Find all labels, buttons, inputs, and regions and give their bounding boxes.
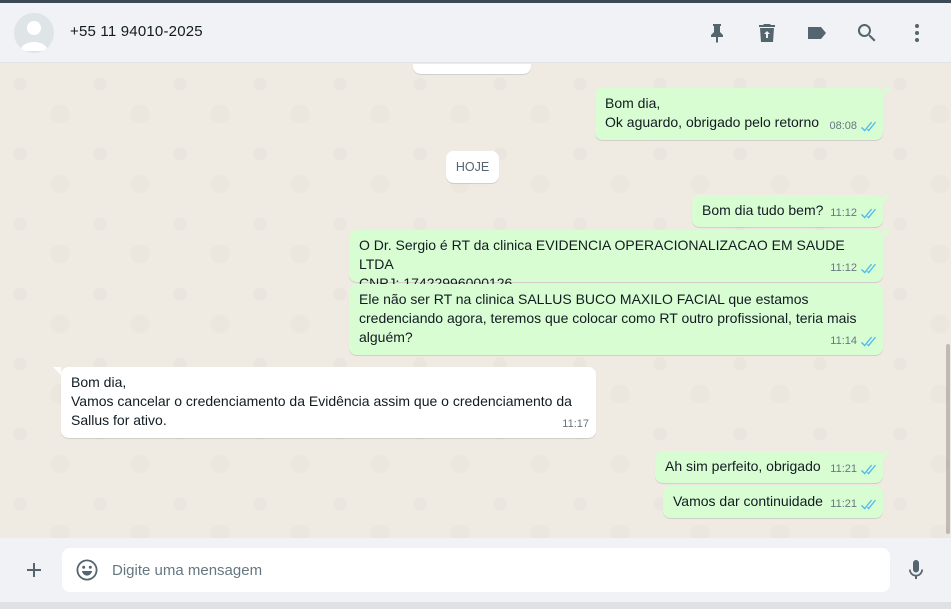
message-bubble-outgoing[interactable]: Vamos dar continuidade 11:21 [663,486,883,518]
message-time: 11:21 [830,498,857,510]
message-bubble-outgoing[interactable]: Ele não ser RT na clinica SALLUS BUCO MA… [349,284,883,355]
message-time: 11:14 [830,335,857,347]
chat-scrollbar[interactable] [945,64,951,538]
message-text: Ele não ser RT na clinica SALLUS BUCO MA… [359,291,857,345]
message-input[interactable] [112,548,872,592]
message-bubble-outgoing[interactable]: Bom dia tudo bem? 11:12 [692,195,891,227]
message-time: 11:21 [830,463,857,475]
read-ticks-icon [860,464,876,475]
pin-icon[interactable] [705,21,729,45]
message-time: 08:08 [829,120,857,132]
message-meta: 11:21 [830,460,876,479]
read-ticks-icon [860,121,876,132]
date-divider: HOJE [446,151,499,183]
window-bottom-strip [0,602,951,609]
read-ticks-icon [860,499,876,510]
menu-icon[interactable] [905,21,929,45]
message-meta: 11:12 [830,204,876,223]
read-ticks-icon [860,263,876,274]
message-bubble-incoming[interactable]: Bom dia, Vamos cancelar o credenciamento… [53,367,596,438]
label-icon[interactable] [805,21,829,45]
delete-icon[interactable] [755,21,779,45]
read-ticks-icon [860,208,876,219]
message-meta: 11:17 [562,415,589,434]
message-meta: 11:14 [830,332,876,351]
message-list[interactable]: Bom dia, Ok aguardo, obrigado pelo retor… [0,64,951,538]
message-bubble-outgoing[interactable]: Ah sim perfeito, obrigado 11:21 [655,451,891,483]
emoji-icon[interactable] [75,558,99,582]
message-bubble-outgoing[interactable]: Bom dia, Ok aguardo, obrigado pelo retor… [595,88,891,140]
message-meta: 11:21 [830,495,876,514]
message-input-box[interactable] [62,548,890,592]
whatsapp-chat-window: +55 11 94010-2025 Bom dia, Ok aguardo, o… [0,0,951,609]
contact-name[interactable]: +55 11 94010-2025 [70,23,203,40]
previous-date-divider [413,64,531,74]
message-time: 11:17 [562,418,589,430]
message-text: Bom dia, Vamos cancelar o credenciamento… [71,374,572,428]
message-bubble-outgoing[interactable]: O Dr. Sergio é RT da clinica EVIDENCIA O… [349,230,891,291]
chat-header: +55 11 94010-2025 [0,3,951,63]
message-time: 11:12 [830,262,857,274]
message-meta: 08:08 [829,117,876,136]
search-icon[interactable] [855,21,879,45]
read-ticks-icon [860,336,876,347]
compose-bar [0,538,951,602]
microphone-icon[interactable] [904,558,928,582]
attach-plus-icon[interactable] [22,558,46,582]
message-time: 11:12 [830,207,857,219]
scrollbar-thumb[interactable] [946,344,950,534]
contact-avatar[interactable] [14,13,54,53]
message-meta: 11:12 [830,259,876,278]
